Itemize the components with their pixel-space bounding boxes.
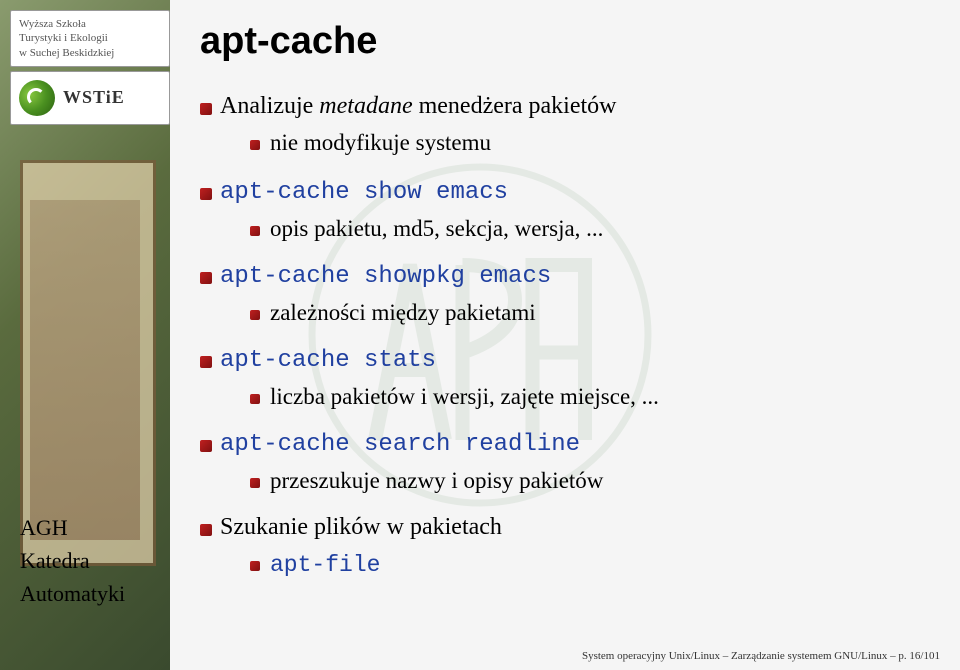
school-name: Wyższa Szkoła Turystyki i Ekologii w Suc… (10, 10, 170, 67)
sidebar-agh: AGH (20, 511, 125, 544)
files-text: Szukanie plików w pakietach (220, 514, 502, 540)
show-cmd: apt-cache show emacs (220, 179, 508, 206)
school-line1: Wyższa Szkoła (19, 17, 161, 31)
bullet-search: apt-cache search readline przeszukuje na… (200, 430, 920, 494)
stats-cmd: apt-cache stats (220, 347, 436, 374)
bullet-stats: apt-cache stats liczba pakietów i wersji… (200, 346, 920, 410)
school-line2: Turystyki i Ekologii (19, 31, 161, 45)
sidebar-automatyki: Automatyki (20, 577, 125, 610)
slide-title: apt-cache (200, 20, 920, 63)
sidebar-labels: AGH Katedra Automatyki (20, 511, 125, 610)
bullet-showpkg-sub: zależności między pakietami (220, 300, 920, 326)
slide-content: apt-cache Analizuje metadane menedżera p… (200, 20, 920, 590)
bullet-show-sub: opis pakietu, md5, sekcja, wersja, ... (220, 216, 920, 242)
slide-footer: System operacyjny Unix/Linux – Zarządzan… (582, 650, 940, 662)
school-logo: Wyższa Szkoła Turystyki i Ekologii w Suc… (10, 10, 170, 150)
bullet-files: Szukanie plików w pakietach apt-file (200, 514, 920, 578)
school-acronym-box: WSTiE (10, 71, 170, 125)
bullet-show: apt-cache show emacs opis pakietu, md5, … (200, 178, 920, 242)
bullet-intro-sub: nie modyfikuje systemu (220, 130, 920, 156)
school-acronym: WSTiE (63, 87, 125, 108)
aptfile-cmd: apt-file (270, 552, 380, 578)
school-line3: w Suchej Beskidzkiej (19, 46, 161, 60)
intro-text1: Analizuje (220, 93, 319, 119)
intro-text2: menedżera pakietów (413, 93, 617, 119)
showpkg-cmd: apt-cache showpkg emacs (220, 263, 551, 290)
intro-italic: metadane (319, 93, 412, 119)
search-cmd: apt-cache search readline (220, 431, 580, 458)
bullet-search-sub: przeszukuje nazwy i opisy pakietów (220, 468, 920, 494)
bullet-showpkg: apt-cache showpkg emacs zależności międz… (200, 262, 920, 326)
bullet-list: Analizuje metadane menedżera pakietów ni… (200, 93, 920, 578)
sidebar-katedra: Katedra (20, 544, 125, 577)
swirl-icon (19, 80, 55, 116)
bullet-intro: Analizuje metadane menedżera pakietów ni… (200, 93, 920, 156)
bullet-files-sub: apt-file (220, 551, 920, 578)
bullet-stats-sub: liczba pakietów i wersji, zajęte miejsce… (220, 384, 920, 410)
